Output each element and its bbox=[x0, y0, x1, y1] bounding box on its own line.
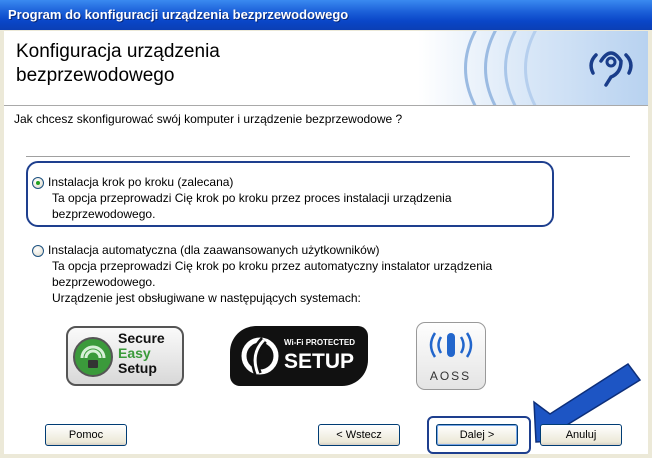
option-2-desc1: Ta opcja przeprowadzi Cię krok po kroku … bbox=[52, 259, 493, 273]
wps-logo: Wi-Fi PROTECTED SETUP bbox=[230, 326, 368, 386]
option-2-desc3: Urządzenie jest obsługiwane w następując… bbox=[52, 291, 361, 305]
cancel-button[interactable]: Anuluj bbox=[540, 424, 622, 446]
aoss-signal-icon bbox=[429, 332, 473, 358]
window-titlebar: Program do konfiguracji urządzenia bezpr… bbox=[0, 0, 652, 30]
logo-ses-line1: Secure bbox=[118, 330, 165, 346]
back-button[interactable]: < Wstecz bbox=[318, 424, 400, 446]
wireless-waves-icon bbox=[418, 31, 648, 105]
option-1-desc1: Ta opcja przeprowadzi Cię krok po kroku … bbox=[52, 191, 452, 205]
page-title-line1: Konfiguracja urządzenia bbox=[16, 41, 220, 62]
option-step-by-step[interactable]: Instalacja krok po kroku (zalecana) Ta o… bbox=[48, 174, 548, 222]
help-button[interactable]: Pomoc bbox=[45, 424, 127, 446]
page-title-line2: bezprzewodowego bbox=[16, 65, 175, 86]
next-button[interactable]: Dalej > bbox=[436, 424, 518, 446]
option-2-desc2: bezprzewodowego. bbox=[52, 275, 156, 289]
option-automatic[interactable]: Instalacja automatyczna (dla zaawansowan… bbox=[48, 242, 618, 306]
logo-aoss-text: AOSS bbox=[429, 369, 472, 383]
option-2-label: Instalacja automatyczna (dla zaawansowan… bbox=[48, 243, 380, 257]
logo-wps-line2: SETUP bbox=[284, 350, 355, 373]
page-title: Konfiguracja urządzenia bezprzewodowego bbox=[16, 40, 336, 88]
wps-power-icon bbox=[241, 337, 279, 376]
aoss-logo: AOSS bbox=[416, 322, 486, 390]
option-1-desc2: bezprzewodowego. bbox=[52, 207, 156, 221]
header-panel: Konfiguracja urządzenia bezprzewodowego bbox=[4, 31, 648, 106]
padlock-waves-icon bbox=[73, 337, 113, 377]
question-text: Jak chcesz skonfigurować swój komputer i… bbox=[14, 112, 403, 126]
content-panel: Jak chcesz skonfigurować swój komputer i… bbox=[4, 106, 648, 454]
option-1-label: Instalacja krok po kroku (zalecana) bbox=[48, 175, 234, 189]
logo-ses-line2: Easy bbox=[118, 345, 151, 361]
radio-automatic[interactable] bbox=[32, 245, 44, 257]
radio-step-by-step[interactable] bbox=[32, 177, 44, 189]
installer-window: Program do konfiguracji urządzenia bezpr… bbox=[0, 0, 652, 458]
separator bbox=[26, 156, 630, 158]
logo-ses-line3: Setup bbox=[118, 360, 157, 376]
secure-easy-setup-logo: Secure Easy Setup bbox=[66, 326, 184, 386]
logo-wps-line1: Wi-Fi PROTECTED bbox=[284, 338, 356, 347]
